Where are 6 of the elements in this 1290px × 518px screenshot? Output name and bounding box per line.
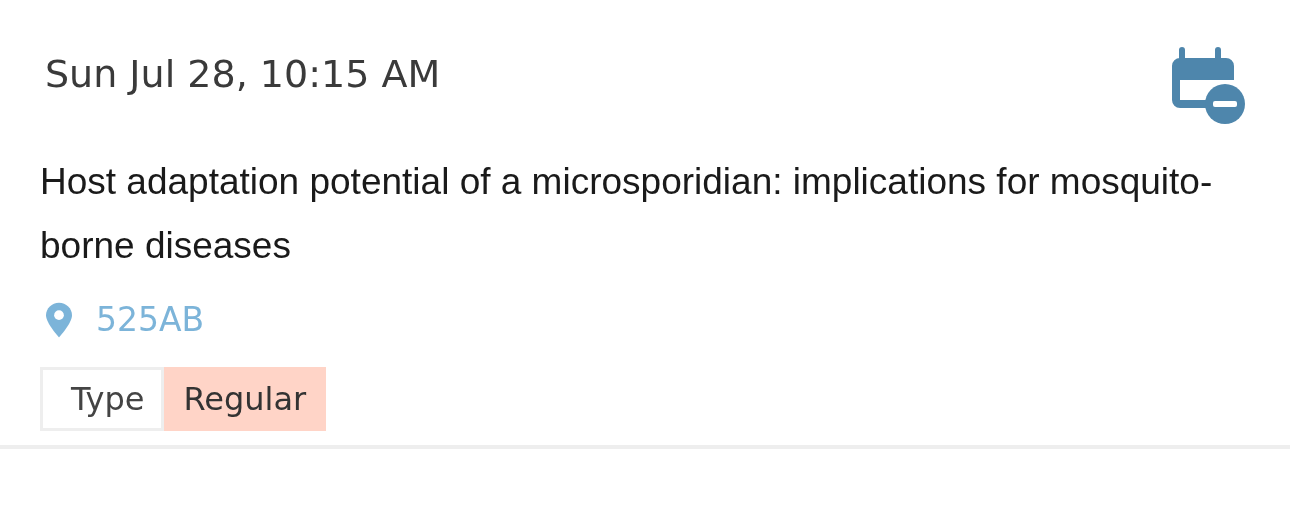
room-link[interactable]: 525AB <box>96 300 205 339</box>
tag-value: Regular <box>163 367 327 431</box>
tag-label: Type <box>40 367 164 431</box>
session-title: Host adaptation potential of a microsporidian: implications for mosquito-borne diseases <box>40 160 1214 268</box>
session-datetime: Sun Jul 28, 10:15 AM <box>45 52 441 96</box>
location-pin-icon <box>46 300 72 339</box>
